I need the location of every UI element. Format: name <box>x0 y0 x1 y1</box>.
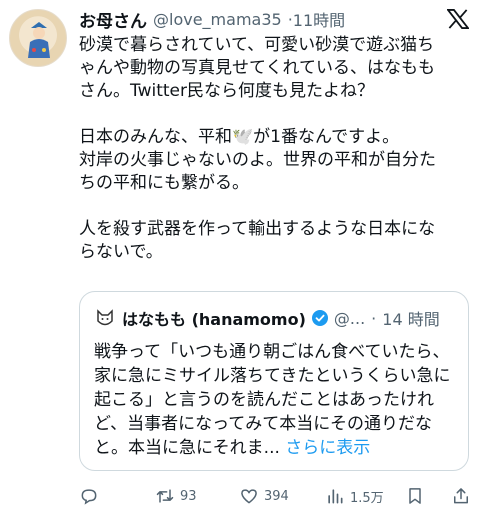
share-button[interactable] <box>451 484 471 508</box>
tweet-line: さん。Twitter民なら何度も見たよね？ <box>79 81 374 101</box>
quoted-tweet-time[interactable]: 14 時間 <box>382 306 439 330</box>
bookmark-button[interactable] <box>405 484 425 508</box>
tweet-line: 対岸の火事じゃないのよ。世界の平和が自分た <box>79 150 436 170</box>
bookmark-icon <box>409 488 421 504</box>
quoted-text-body: 戦争って「いつも通り朝ごはん食べていたら、家に急にミサイル落ちてきたというくらい… <box>94 342 451 458</box>
retweet-icon <box>156 489 174 503</box>
retweet-count: 93 <box>180 488 197 504</box>
tweet-line: ゃんや動物の写真見せてくれている、はなもも <box>79 58 435 78</box>
quoted-author-avatar[interactable] <box>94 307 116 329</box>
heart-icon <box>241 489 257 504</box>
tweet-line: 砂漠で暮らされていて、可愛い砂漠で遊ぶ猫ち <box>79 35 435 55</box>
quoted-tweet-text: 戦争って「いつも通り朝ごはん食べていたら、家に急にミサイル落ちてきたというくらい… <box>94 340 456 460</box>
tweet-line-blank <box>79 103 471 126</box>
action-bar: 93 394 1.5万 <box>79 484 471 508</box>
views-button[interactable]: 1.5万 <box>325 484 384 508</box>
tweet-header: お母さん @love_mama35 · 11時間 <box>79 6 345 32</box>
x-logo-icon[interactable] <box>447 9 469 29</box>
quoted-author-handle[interactable]: @... <box>334 309 365 328</box>
tweet-line-blank <box>79 195 471 218</box>
tweet-line: 人を殺す武器を作って輸出するような日本にな <box>79 219 436 239</box>
quoted-tweet[interactable]: はなもも (hanamomo) @... · 14 時間 戦争って「いつも通り朝… <box>79 291 469 471</box>
tweet-text: 砂漠で暮らされていて、可愛い砂漠で遊ぶ猫ち ゃんや動物の写真見せてくれている、は… <box>79 34 471 264</box>
quoted-author-name[interactable]: はなもも (hanamomo) <box>122 306 306 330</box>
share-icon <box>454 488 468 504</box>
like-count: 394 <box>264 488 289 504</box>
retweet-button[interactable]: 93 <box>155 484 197 508</box>
author-avatar[interactable] <box>9 9 67 67</box>
reply-button[interactable] <box>79 484 104 508</box>
tweet-line: らないで。 <box>79 242 163 262</box>
reply-icon <box>81 489 97 505</box>
quoted-tweet-header: はなもも (hanamomo) @... · 14 時間 <box>94 306 440 330</box>
tweet-line: 日本のみんな、平和🕊️が1番なんですよ。 <box>79 127 400 147</box>
tweet-line: ちの平和にも繋がる。 <box>79 173 249 193</box>
avatar-illustration <box>28 22 50 58</box>
like-button[interactable]: 394 <box>239 484 289 508</box>
views-icon <box>328 489 343 504</box>
author-name[interactable]: お母さん <box>79 7 147 32</box>
show-more-link[interactable]: さらに表示 <box>285 438 370 458</box>
verified-badge-icon <box>311 310 328 326</box>
views-count: 1.5万 <box>350 490 384 506</box>
cat-icon <box>97 309 113 326</box>
author-handle[interactable]: @love_mama35 <box>153 10 282 29</box>
tweet-time[interactable]: 11時間 <box>293 7 345 31</box>
quoted-meta-separator: · <box>371 308 377 328</box>
